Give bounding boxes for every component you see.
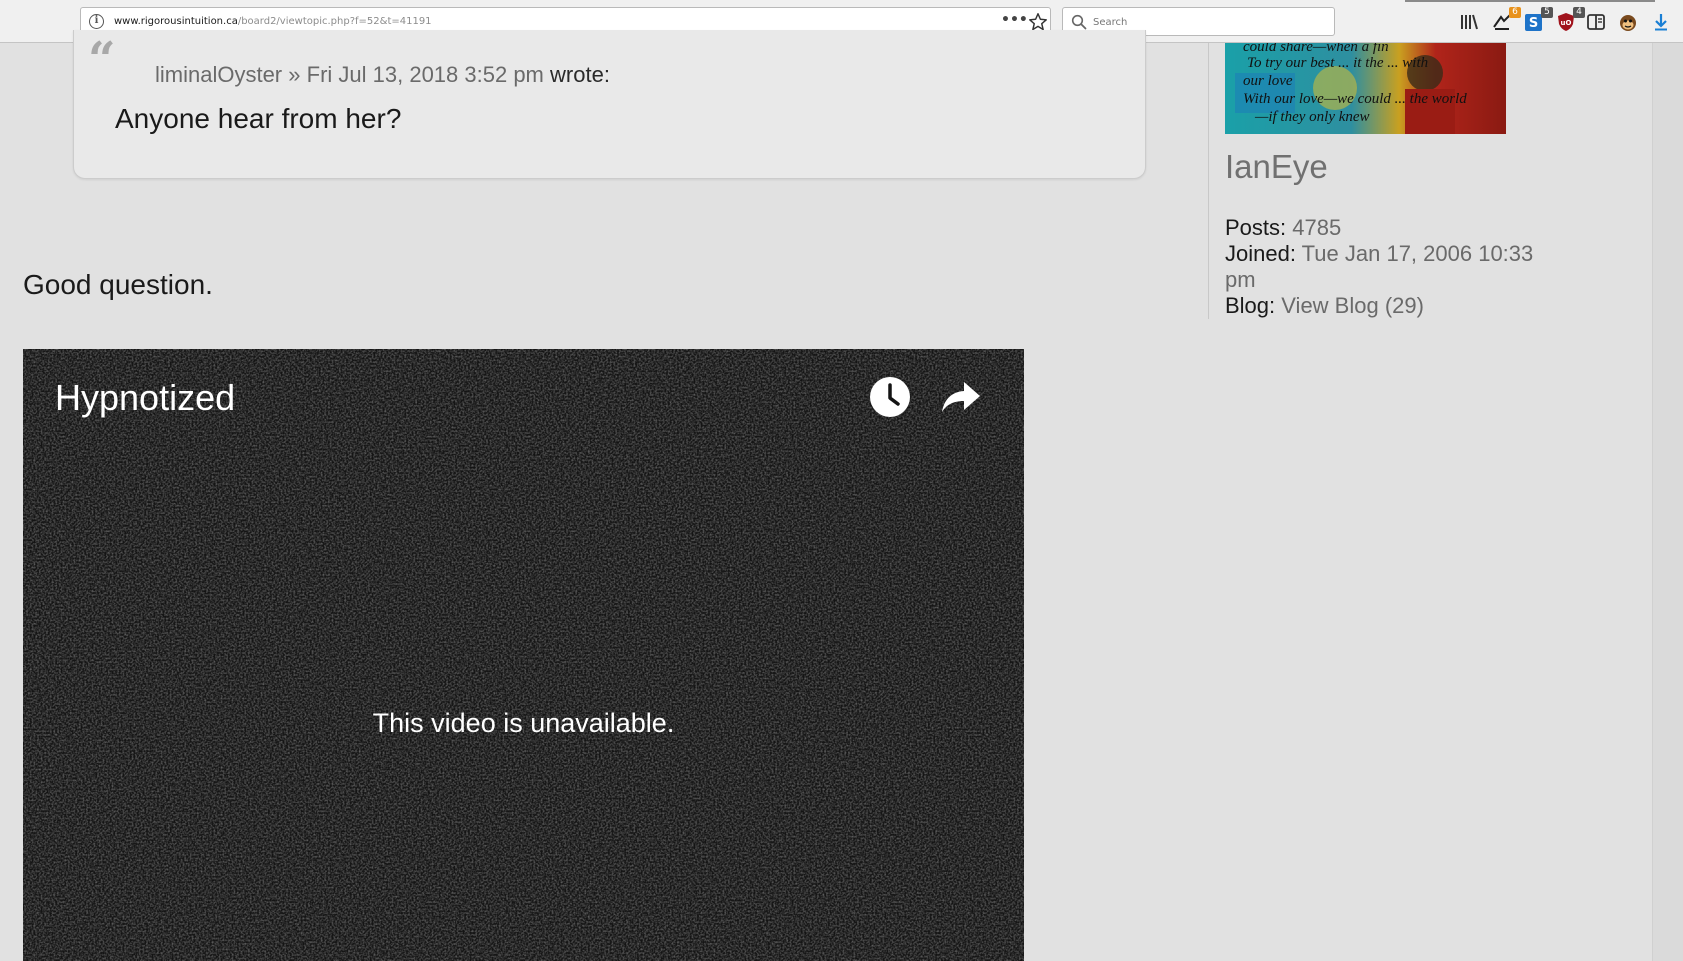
search-input[interactable]: [1093, 12, 1323, 32]
reader-view-icon[interactable]: [1585, 11, 1607, 33]
extension-s-badge: 5: [1541, 7, 1553, 18]
profile-joined-row: Joined: Tue Jan 17, 2006 10:33 pm: [1225, 241, 1565, 293]
avatar[interactable]: could share—when a fin To try our best .…: [1225, 43, 1506, 134]
ublock-badge: 4: [1573, 7, 1585, 18]
video-unavailable-message: This video is unavailable.: [372, 708, 675, 738]
profile-posts-row: Posts: 4785: [1225, 215, 1565, 241]
profile-username-link[interactable]: IanEye: [1225, 148, 1328, 186]
quote-wrote-label: wrote:: [550, 62, 610, 87]
page-actions-menu-icon[interactable]: •••: [1001, 11, 1028, 31]
extension-1-icon[interactable]: 6: [1491, 7, 1521, 33]
avatar-text-line: our love: [1243, 73, 1293, 89]
quote-block: “ liminalOyster » Fri Jul 13, 2018 3:52 …: [73, 30, 1146, 179]
quote-citation: liminalOyster » Fri Jul 13, 2018 3:52 pm…: [155, 62, 610, 88]
site-info-icon[interactable]: i: [89, 14, 104, 29]
video-static-background: [23, 349, 1024, 961]
post-text: Good question.: [23, 269, 213, 300]
profile-details: Posts: 4785 Joined: Tue Jan 17, 2006 10:…: [1225, 215, 1565, 319]
tab-indicator: [1405, 0, 1655, 2]
extension-s-icon[interactable]: S 5: [1523, 7, 1553, 33]
quote-marks-icon: “: [88, 36, 116, 54]
blog-label: Blog:: [1225, 293, 1276, 318]
quote-separator: »: [288, 62, 301, 87]
video-embed[interactable]: Hypnotized This video is unavailable.: [23, 349, 1024, 961]
avatar-text-line: With our love—we could ... the world: [1243, 91, 1467, 107]
url-text[interactable]: www.rigorousintuition.ca/board2/viewtopi…: [114, 16, 432, 28]
monkey-icon[interactable]: [1617, 11, 1639, 33]
quote-author-link[interactable]: liminalOyster: [155, 62, 282, 87]
ublock-icon[interactable]: uO 4: [1555, 7, 1585, 33]
video-title[interactable]: Hypnotized: [55, 377, 235, 419]
watch-later-clock-icon[interactable]: [869, 376, 911, 418]
url-domain: www.rigorousintuition.ca: [114, 16, 238, 27]
avatar-text-line: To try our best ... it the ... with: [1247, 55, 1429, 71]
quote-text: Anyone hear from her?: [115, 103, 402, 134]
joined-label: Joined:: [1225, 241, 1296, 266]
view-blog-link[interactable]: View Blog (29): [1281, 293, 1424, 318]
library-icon[interactable]: [1458, 11, 1480, 33]
posts-value: 4785: [1292, 215, 1342, 240]
quote-date: Fri Jul 13, 2018 3:52 pm: [306, 62, 544, 87]
posts-label: Posts:: [1225, 215, 1287, 240]
share-arrow-icon[interactable]: [940, 378, 982, 416]
profile-divider: [1208, 43, 1209, 319]
url-path: /board2/viewtopic.php?f=52&t=41191: [237, 16, 432, 27]
extension-1-badge: 6: [1509, 7, 1521, 18]
svg-text:S: S: [1529, 16, 1538, 31]
avatar-text-line: —if they only knew: [1255, 109, 1370, 125]
svg-text:uO: uO: [1561, 19, 1572, 27]
search-icon: [1071, 14, 1087, 30]
page-scrollbar[interactable]: [1652, 43, 1683, 961]
profile-blog-row: Blog: View Blog (29): [1225, 293, 1565, 319]
download-icon[interactable]: [1650, 11, 1672, 33]
